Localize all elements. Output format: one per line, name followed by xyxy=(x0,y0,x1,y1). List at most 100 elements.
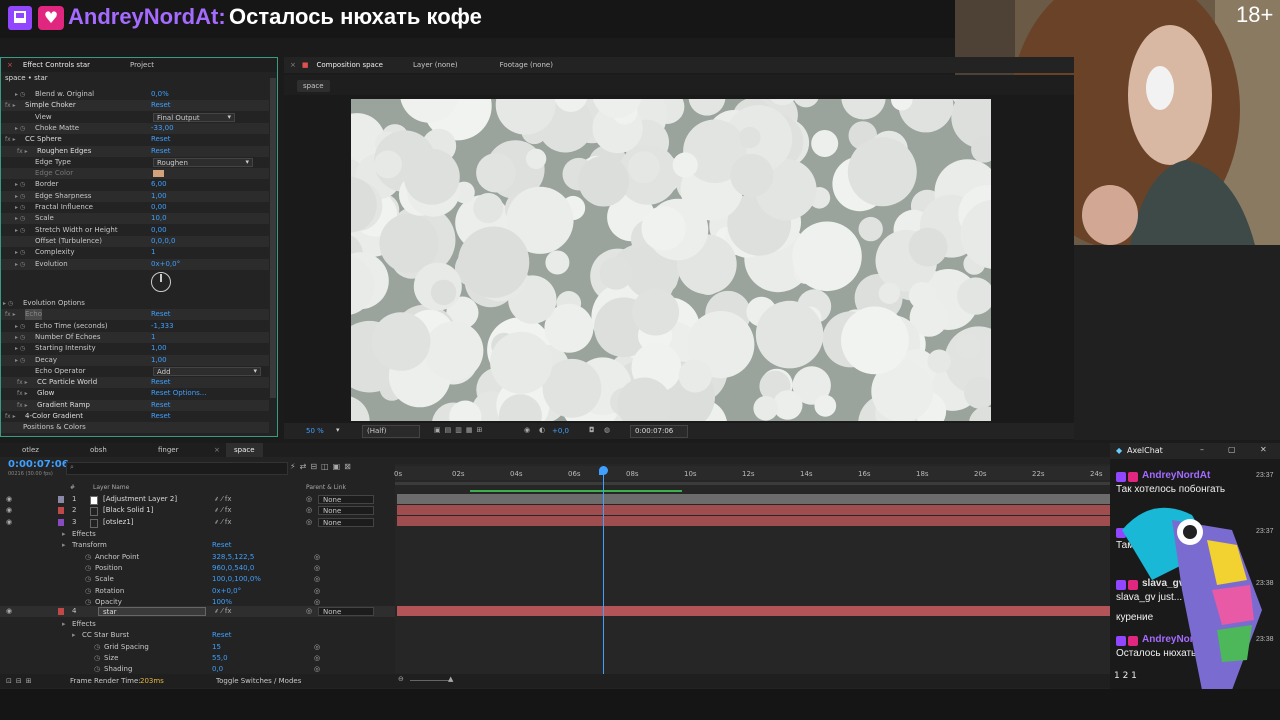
chevron-down-icon[interactable]: ▾ xyxy=(336,426,340,434)
stopwatch-icon[interactable]: ▸ ◷ xyxy=(15,321,25,332)
effect-control-row[interactable]: fx ▸ Gradient Ramp Reset xyxy=(1,399,269,411)
label-color-swatch[interactable] xyxy=(58,518,64,526)
effect-control-value[interactable]: 1 xyxy=(151,247,155,258)
effect-control-row[interactable]: fx ▸ CC Particle World Reset xyxy=(1,377,269,389)
playhead-handle[interactable] xyxy=(599,466,608,475)
parent-dropdown[interactable]: None xyxy=(318,495,374,504)
stopwatch-icon[interactable]: ▸ ◷ xyxy=(15,343,25,354)
effect-control-row[interactable]: ▸ ◷ Fractal Influence 0,00 xyxy=(1,202,269,213)
effect-control-value[interactable]: 1,00 xyxy=(151,191,167,202)
exposure-icon[interactable]: ◐ xyxy=(539,426,545,434)
effect-control-value[interactable]: 0,0,0,0 xyxy=(151,236,176,247)
zoom-in-icon[interactable]: ▲ xyxy=(448,675,453,683)
tab-effect-controls[interactable]: Effect Controls star xyxy=(23,61,90,69)
layer-bar-black-solid[interactable] xyxy=(397,505,1110,515)
layer-name[interactable]: [Adjustment Layer 2] xyxy=(103,494,177,505)
playhead-line[interactable] xyxy=(603,466,604,676)
stopwatch-icon[interactable]: ◷ xyxy=(85,586,91,597)
parent-dropdown[interactable]: None xyxy=(318,517,374,527)
property-row[interactable]: ◷ Position 960,0,540,0 ◎ xyxy=(0,563,395,574)
effect-control-value[interactable]: Reset xyxy=(151,134,171,145)
fx-toggle-icon[interactable]: fx ▸ xyxy=(5,100,16,111)
layer-name[interactable]: [Black Solid 1] xyxy=(103,505,153,516)
pickwhip-icon[interactable]: ◎ xyxy=(306,606,312,617)
tab-composition[interactable]: Composition space xyxy=(317,61,383,69)
tab-layer[interactable]: Layer (none) xyxy=(413,61,458,69)
effect-control-row[interactable]: fx ▸ Simple Choker Reset xyxy=(1,100,269,112)
label-color-swatch[interactable] xyxy=(58,496,64,503)
property-row[interactable]: ◷ Rotation 0x+0,0° ◎ xyxy=(0,586,395,597)
property-row[interactable]: ▸ Effects xyxy=(0,529,395,540)
pickwhip-icon[interactable]: ◎ xyxy=(314,586,320,597)
twirl-icon[interactable]: ▸ xyxy=(72,630,76,641)
layer-bar-adjustment[interactable] xyxy=(397,494,1110,504)
twirl-icon[interactable]: ▸ xyxy=(62,619,66,630)
resolution-dropdown[interactable]: (Half) xyxy=(362,425,420,438)
eye-icon[interactable]: ◉ xyxy=(6,606,12,617)
tab-project[interactable]: Project xyxy=(130,61,154,69)
effect-control-value[interactable]: Reset xyxy=(151,400,171,411)
effect-control-row[interactable]: fx ▸ Glow Reset Options... xyxy=(1,388,269,399)
tab-footage[interactable]: Footage (none) xyxy=(500,61,553,69)
stopwatch-icon[interactable]: ▸ ◷ xyxy=(15,213,25,224)
effect-control-value[interactable]: Reset Options... xyxy=(151,388,206,399)
pickwhip-icon[interactable]: ◎ xyxy=(314,653,320,664)
fx-toggle-icon[interactable]: fx ▸ xyxy=(5,309,16,320)
eye-icon[interactable]: ◉ xyxy=(6,517,12,528)
effect-control-row[interactable]: View Final Output xyxy=(1,112,269,123)
property-value[interactable]: Reset xyxy=(212,630,232,641)
effect-control-row[interactable]: Edge Color xyxy=(1,168,269,180)
timeline-tab-space[interactable]: space xyxy=(226,443,263,457)
property-row[interactable]: ◷ Scale 100,0,100,0% ◎ xyxy=(0,574,395,585)
stopwatch-icon[interactable]: ▸ ◷ xyxy=(15,355,25,366)
property-row[interactable]: ▸ Transform Reset xyxy=(0,540,395,551)
stopwatch-icon[interactable]: ◷ xyxy=(85,574,91,585)
effect-control-row[interactable]: ▸ ◷ Starting Intensity 1,00 xyxy=(1,343,269,354)
pickwhip-icon[interactable]: ◎ xyxy=(306,505,312,516)
zoom-level[interactable]: 50 % xyxy=(306,427,324,435)
property-row[interactable]: ◷ Anchor Point 328,5,122,5 ◎ xyxy=(0,552,395,563)
timeline-switch-icons[interactable]: ⚡⇄⊟◫▣⊠ xyxy=(290,462,355,471)
fx-toggle-icon[interactable]: fx ▸ xyxy=(5,134,16,145)
close-icon[interactable]: × xyxy=(7,61,13,69)
stopwatch-icon[interactable]: ▸ ◷ xyxy=(15,89,25,100)
layer-name-input[interactable]: star xyxy=(98,607,206,616)
parent-dropdown[interactable]: None xyxy=(318,607,374,616)
property-value[interactable]: 100,0,100,0% xyxy=(212,574,261,585)
stopwatch-icon[interactable]: ▸ ◷ xyxy=(15,247,25,258)
stopwatch-icon[interactable]: ▸ ◷ xyxy=(15,191,25,202)
effect-control-value[interactable]: -33,00 xyxy=(151,123,174,134)
effect-control-value[interactable]: 10,0 xyxy=(151,213,167,224)
timeline-current-time[interactable]: 0:00:07:06 xyxy=(8,459,69,470)
effect-control-row[interactable]: Echo Operator Add xyxy=(1,366,269,377)
pickwhip-icon[interactable]: ◎ xyxy=(314,574,320,585)
fx-toggle-icon[interactable]: fx ▸ xyxy=(17,388,28,399)
status-icons[interactable]: ⊡⊟⊞ xyxy=(6,677,36,685)
property-row[interactable]: ▸ CC Star Burst Reset xyxy=(0,630,395,641)
pickwhip-icon[interactable]: ◎ xyxy=(306,517,312,528)
stopwatch-icon[interactable]: ◷ xyxy=(94,642,100,653)
zoom-slider[interactable] xyxy=(410,680,450,681)
camera-icon[interactable]: ◘ xyxy=(589,426,595,434)
stopwatch-icon[interactable]: ▸ ◷ xyxy=(3,298,13,309)
maximize-icon[interactable]: ▢ xyxy=(1228,445,1236,454)
effect-control-row[interactable]: ▸ ◷ Stretch Width or Height 0,00 xyxy=(1,225,269,236)
layer-row[interactable]: ◉ 3 [otslez1] ⸙ ⁄ fx ◎ None xyxy=(0,517,395,528)
effect-control-value[interactable]: 0,00 xyxy=(151,225,167,236)
layer-switches[interactable]: ⸙ ⁄ fx xyxy=(214,517,231,528)
effect-control-row[interactable]: ▸ ◷ Border 6,00 xyxy=(1,179,269,190)
parent-dropdown[interactable]: None xyxy=(318,506,374,516)
stopwatch-icon[interactable]: ▸ ◷ xyxy=(15,332,25,343)
toggle-switches-button[interactable]: Toggle Switches / Modes xyxy=(216,677,301,685)
layer-row[interactable]: ◉ 4 star ⸙ ⁄ fx ◎ None xyxy=(0,606,395,617)
timeline-tab-obsh[interactable]: obsh xyxy=(90,446,107,454)
pickwhip-icon[interactable]: ◎ xyxy=(306,494,312,505)
effect-dropdown[interactable]: Roughen xyxy=(153,157,253,167)
view-options-icons[interactable]: ▣▤▥▦⊞ xyxy=(434,426,486,434)
effect-control-row[interactable]: ▸ ◷ Echo Time (seconds) -1,333 xyxy=(1,321,269,332)
minimize-icon[interactable]: – xyxy=(1200,445,1204,454)
layer-switches[interactable]: ⸙ ⁄ fx xyxy=(214,606,231,617)
effect-control-row[interactable]: ▸ ◷ Scale 10,0 xyxy=(1,213,269,225)
property-row[interactable]: ▸ Effects xyxy=(0,619,395,630)
effect-control-value[interactable]: Reset xyxy=(151,377,171,388)
